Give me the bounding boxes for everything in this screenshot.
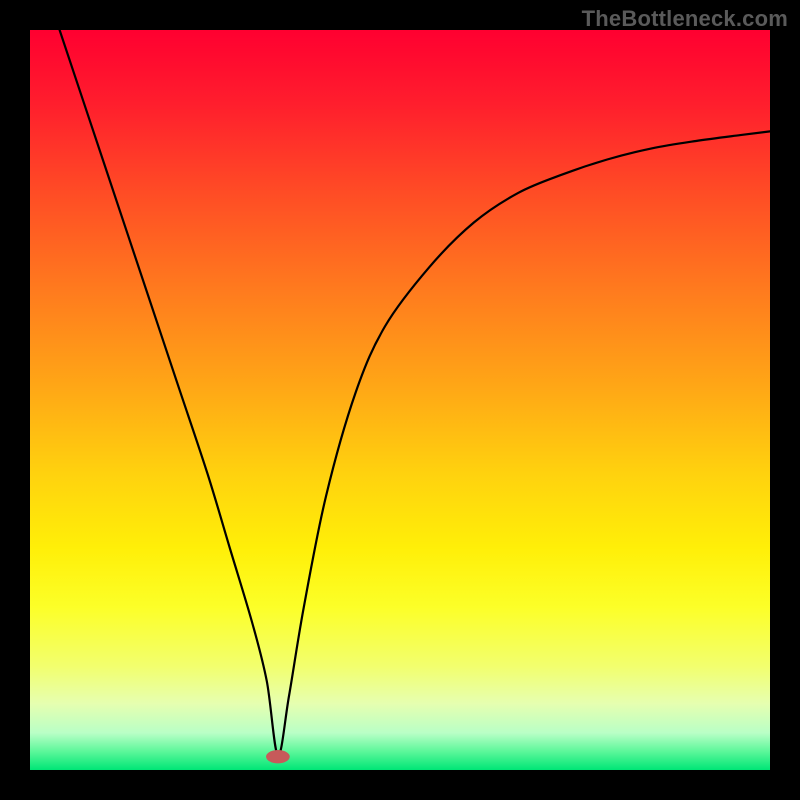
background-gradient: [30, 30, 770, 770]
watermark-text: TheBottleneck.com: [582, 6, 788, 32]
plot-area: [30, 30, 770, 770]
chart-stage: TheBottleneck.com: [0, 0, 800, 800]
